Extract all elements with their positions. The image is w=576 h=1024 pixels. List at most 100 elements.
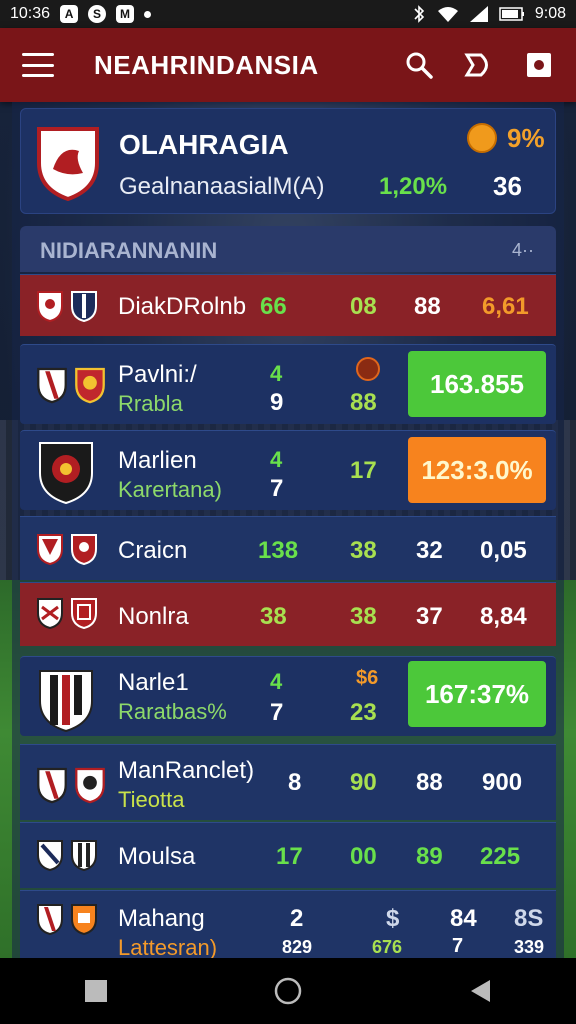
team-logo-icon <box>71 904 97 935</box>
table-row[interactable]: Nonlra 38 38 37 8,84 <box>20 582 556 646</box>
team-name: Nonlra <box>118 603 189 630</box>
stat-cell: 08 <box>350 293 377 320</box>
stat-cell: 38 <box>260 603 287 630</box>
featured-rate: 1,20% <box>379 173 448 200</box>
team-logo-icon <box>39 670 93 733</box>
team-name: DiakDRolnb <box>118 293 247 320</box>
stat-cell: 8,84 <box>480 603 527 630</box>
stat-cell: 89 <box>416 843 443 870</box>
notification-icon: S <box>88 5 107 23</box>
stat-cell: 676 <box>372 937 403 957</box>
stat-cell: 17 <box>350 457 377 484</box>
stat-cell: 900 <box>482 769 523 796</box>
team-subtitle: Lattesran) <box>118 935 218 958</box>
stat-cell: 8S <box>514 905 544 932</box>
featured-team-card[interactable]: OLAHRAGIA GealnanaasialM(A) 9% 1,20% 36 <box>20 108 556 214</box>
team-logo-icon <box>39 442 93 505</box>
stat-cell: 138 <box>258 537 299 564</box>
stat-cell: 38 <box>350 537 377 564</box>
team-logo-icon <box>75 767 105 804</box>
team-name: Moulsa <box>118 843 196 870</box>
odds-button[interactable]: 123:3.0% <box>408 437 546 503</box>
stat-cell: 90 <box>350 769 377 796</box>
menu-icon[interactable] <box>22 53 54 77</box>
section-header: NIDIARANNANIN 4·· <box>20 226 556 272</box>
stat-cell: 9 <box>270 389 284 416</box>
team-logo-icon <box>71 840 97 871</box>
stat-cell: 38 <box>350 603 377 630</box>
odds-button[interactable]: 163.855 <box>408 351 546 417</box>
team-logo-icon <box>71 598 97 629</box>
team-name: Mahang <box>118 905 205 932</box>
table-row[interactable]: Narle1 Raratbas% 4 $6 7 23 167:37% <box>20 656 556 736</box>
team-name: Craicn <box>118 537 188 564</box>
status-time-left: 10:36 <box>10 5 51 22</box>
section-meta: 4·· <box>512 240 534 260</box>
status-bar: 10:36 A S M 9:08 <box>0 0 576 28</box>
team-logo-icon <box>37 904 63 935</box>
team-logo-icon <box>71 534 97 565</box>
stat-cell: 32 <box>416 537 443 564</box>
notification-dot-icon <box>144 10 152 18</box>
table-row[interactable]: Mahang Lattesran) 2 $ 84 8S 829 676 7 33… <box>20 890 556 958</box>
team-logo-icon <box>37 534 63 565</box>
settings-icon[interactable] <box>524 50 554 80</box>
stat-cell: 00 <box>350 843 377 870</box>
stat-cell: 17 <box>276 843 303 870</box>
team-name: Pavlni:/ <box>118 361 197 388</box>
table-row[interactable]: ManRanclet) Tieotta 8 90 88 900 <box>20 744 556 820</box>
featured-team-subtitle: GealnanaasialM(A) <box>119 173 325 200</box>
table-row[interactable]: Marlien Karertana) 4 7 17 123:3.0% <box>20 430 556 510</box>
featured-team-name: OLAHRAGIA <box>119 129 289 160</box>
stat-cell: 4 <box>270 361 283 386</box>
stat-cell: 225 <box>480 843 521 870</box>
table-row[interactable]: Pavlni:/ Rrabla 4 9 88 163.855 <box>20 344 556 424</box>
stat-cell: 23 <box>350 699 377 726</box>
table-row[interactable]: DiakDRolnb 66 08 88 6,61 <box>20 274 556 336</box>
stat-cell: 84 <box>450 905 477 932</box>
stat-cell: 0,05 <box>480 537 527 564</box>
signal-icon <box>469 6 488 22</box>
system-nav-bar <box>0 958 576 1024</box>
team-logo-icon <box>37 367 67 404</box>
wifi-icon <box>437 7 458 22</box>
stat-cell: 88 <box>414 293 441 320</box>
team-name: Marlien <box>118 447 197 474</box>
back-icon[interactable] <box>460 971 500 1011</box>
team-logo-icon <box>71 291 97 322</box>
bluetooth-icon <box>414 5 424 23</box>
notification-icon: M <box>116 5 135 23</box>
recents-icon[interactable] <box>76 971 116 1011</box>
app-title: NEAHRINDANSIA <box>94 49 319 80</box>
team-subtitle: Raratbas% <box>118 699 227 724</box>
stat-cell: $ <box>386 905 400 932</box>
stat-cell: 339 <box>514 937 545 957</box>
stat-cell: 2 <box>290 905 304 932</box>
stat-cell: $6 <box>356 667 379 689</box>
team-subtitle: Tieotta <box>118 787 185 812</box>
stat-cell: 7 <box>270 699 284 726</box>
team-name: ManRanclet) <box>118 757 255 784</box>
team-logo-icon <box>75 367 105 404</box>
stat-cell: 7 <box>452 935 464 957</box>
table-row[interactable]: Craicn 138 38 32 0,05 <box>20 516 556 580</box>
stat-cell: 88 <box>350 389 377 416</box>
table-row[interactable]: Moulsa 17 00 89 225 <box>20 822 556 888</box>
search-icon[interactable] <box>404 50 434 80</box>
trophy-icon <box>467 123 497 153</box>
team-crest-icon <box>37 127 99 201</box>
home-icon[interactable] <box>268 971 308 1011</box>
share-icon[interactable] <box>464 50 494 80</box>
team-logo-icon <box>37 291 63 322</box>
odds-button[interactable]: 167:37% <box>408 661 546 727</box>
coin-icon <box>356 357 380 381</box>
battery-icon <box>499 7 524 21</box>
team-subtitle: Rrabla <box>118 391 183 416</box>
team-logo-icon <box>37 840 63 871</box>
stat-cell: 7 <box>270 475 284 502</box>
stat-cell: 4 <box>270 669 283 694</box>
featured-value: 36 <box>493 171 522 201</box>
notification-icon: A <box>60 5 79 23</box>
section-title: NIDIARANNANIN <box>40 238 218 263</box>
stat-cell: 6,61 <box>482 293 529 320</box>
